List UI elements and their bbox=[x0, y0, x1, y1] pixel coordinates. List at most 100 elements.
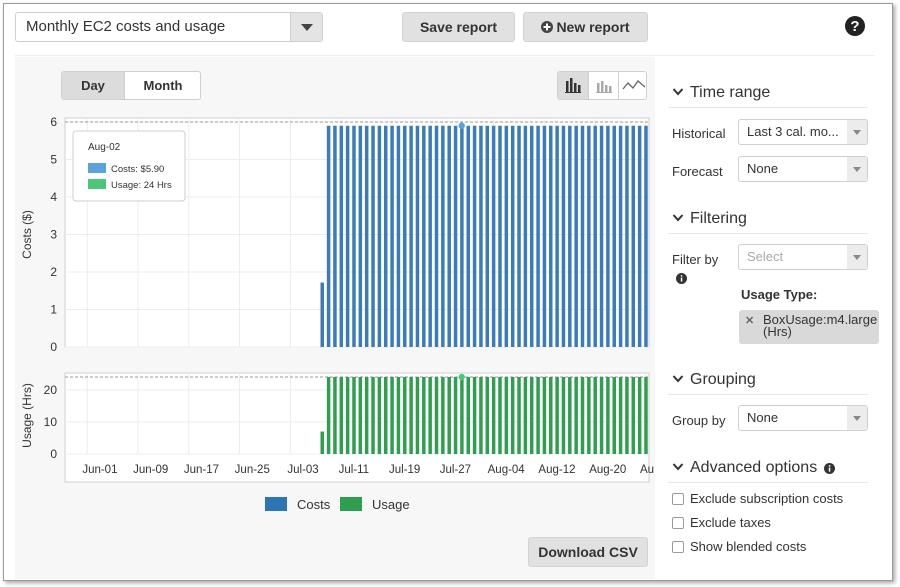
x-tick-label: Aug-20 bbox=[589, 464, 626, 476]
costs-bar bbox=[326, 125, 331, 347]
costs-bar bbox=[580, 125, 585, 347]
new-report-button[interactable]: New report bbox=[523, 12, 648, 42]
checkbox-box[interactable] bbox=[672, 541, 684, 553]
chevron-down-icon bbox=[847, 245, 867, 269]
chevron-down-icon bbox=[672, 214, 684, 222]
costs-bar bbox=[460, 125, 464, 347]
costs-bar bbox=[510, 125, 515, 347]
usage-bar bbox=[415, 377, 420, 454]
help-icon[interactable]: ? bbox=[844, 15, 866, 37]
costs-bar bbox=[523, 125, 528, 347]
costs-bar bbox=[364, 125, 369, 347]
checkbox-label: Exclude subscription costs bbox=[690, 491, 844, 506]
grouping-section-header[interactable]: Grouping bbox=[668, 368, 868, 392]
time-range-section-header[interactable]: Time range bbox=[668, 81, 868, 105]
legend-swatch-usage bbox=[340, 497, 362, 511]
usage-bar bbox=[333, 377, 337, 454]
usage-bar bbox=[345, 377, 350, 454]
section-divider bbox=[668, 233, 868, 234]
usage-y-tick-label: 20 bbox=[44, 383, 58, 397]
costs-bar bbox=[618, 125, 623, 347]
usage-bar bbox=[599, 377, 604, 454]
usage-bar bbox=[555, 377, 559, 454]
costs-bar bbox=[574, 125, 578, 347]
usage-bar bbox=[498, 377, 502, 454]
costs-bar bbox=[320, 282, 324, 347]
grouped-bar-chart-icon bbox=[596, 81, 612, 93]
group-by-select[interactable]: None bbox=[738, 405, 868, 431]
costs-bar bbox=[599, 125, 604, 347]
usage-bar bbox=[453, 377, 458, 454]
chevron-down-icon bbox=[672, 463, 684, 471]
forecast-value: None bbox=[747, 161, 779, 176]
usage-bar bbox=[568, 377, 572, 454]
usage-bar bbox=[542, 377, 547, 454]
chart-tooltip: Aug-02 Costs: $5.90 Usage: 24 Hrs bbox=[72, 130, 186, 202]
chart-type-toggle bbox=[557, 71, 647, 100]
usage-bar bbox=[523, 377, 528, 454]
header-divider bbox=[15, 55, 875, 56]
chevron-down-icon bbox=[672, 375, 684, 383]
report-selector-toggle[interactable] bbox=[290, 13, 322, 41]
usage-bar bbox=[460, 377, 464, 454]
info-icon[interactable] bbox=[676, 273, 687, 284]
forecast-label: Forecast bbox=[672, 164, 723, 179]
historical-select[interactable]: Last 3 cal. mo... bbox=[738, 119, 868, 145]
usage-bar bbox=[377, 377, 382, 454]
forecast-select[interactable]: None bbox=[738, 156, 868, 182]
svg-text:?: ? bbox=[850, 18, 859, 35]
report-selector[interactable]: Monthly EC2 costs and usage bbox=[15, 12, 323, 42]
usage-bar bbox=[472, 377, 477, 454]
usage-y-axis-label: Usage (Hrs) bbox=[20, 383, 34, 448]
costs-y-tick-label: 1 bbox=[50, 303, 57, 317]
costs-bar bbox=[358, 125, 363, 347]
checkbox-box[interactable] bbox=[672, 517, 684, 529]
download-csv-button[interactable]: Download CSV bbox=[528, 537, 648, 567]
costs-bar bbox=[390, 125, 394, 347]
filtering-section-header[interactable]: Filtering bbox=[668, 207, 868, 231]
usage-bar bbox=[358, 377, 363, 454]
granularity-month-button[interactable]: Month bbox=[124, 72, 200, 99]
usage-bar bbox=[536, 377, 540, 454]
usage-bar bbox=[529, 377, 534, 454]
usage-bar bbox=[637, 377, 642, 454]
costs-bar bbox=[422, 125, 426, 347]
app-window: Monthly EC2 costs and usage Save report … bbox=[3, 3, 893, 581]
historical-label: Historical bbox=[672, 126, 726, 141]
charts-area: 0 1 2 3 4 5 6 Costs ($) 0 10 20 Usage (Hrs) Jun-01 Ju… bbox=[20, 115, 654, 483]
granularity-day-button[interactable]: Day bbox=[62, 72, 124, 99]
checkbox-box[interactable] bbox=[672, 493, 684, 505]
chart-type-line[interactable] bbox=[618, 72, 646, 99]
usage-bar bbox=[485, 377, 490, 454]
grouping-title: Grouping bbox=[690, 371, 756, 388]
costs-y-tick-label: 3 bbox=[50, 228, 57, 242]
usage-bar bbox=[390, 377, 394, 454]
usage-bar bbox=[517, 377, 521, 454]
advanced-options-section-header[interactable]: Advanced options bbox=[668, 456, 868, 480]
usage-bar bbox=[352, 377, 356, 454]
costs-bar bbox=[549, 125, 553, 347]
granularity-toggle: Day Month bbox=[61, 71, 201, 100]
info-icon[interactable] bbox=[824, 463, 835, 474]
costs-bar bbox=[447, 125, 451, 347]
chart-type-stacked-bar[interactable] bbox=[558, 72, 588, 99]
x-tick-label: Jun-25 bbox=[235, 464, 270, 476]
costs-bar bbox=[409, 125, 413, 347]
usage-bar bbox=[612, 377, 616, 454]
costs-bar bbox=[498, 125, 502, 347]
filter-by-select[interactable]: Select bbox=[738, 244, 868, 270]
save-report-button[interactable]: Save report bbox=[402, 12, 515, 42]
usage-bar bbox=[364, 377, 369, 454]
chevron-down-icon bbox=[847, 406, 867, 430]
usage-bar bbox=[434, 377, 439, 454]
costs-bar bbox=[529, 125, 534, 347]
tooltip-costs: Costs: $5.90 bbox=[111, 164, 164, 175]
usage-chart: 0 10 20 Usage (Hrs) Jun-01 Jun-09 Jun-17 Jun-25… bbox=[20, 372, 654, 483]
tooltip-usage: Usage: 24 Hrs bbox=[111, 180, 172, 191]
usage-bar bbox=[574, 377, 578, 454]
chart-type-grouped-bar[interactable] bbox=[588, 72, 618, 99]
costs-bar bbox=[644, 125, 648, 347]
remove-tag-icon[interactable]: ✕ bbox=[745, 314, 754, 327]
costs-hover-point bbox=[458, 122, 465, 129]
costs-bar bbox=[612, 125, 616, 347]
